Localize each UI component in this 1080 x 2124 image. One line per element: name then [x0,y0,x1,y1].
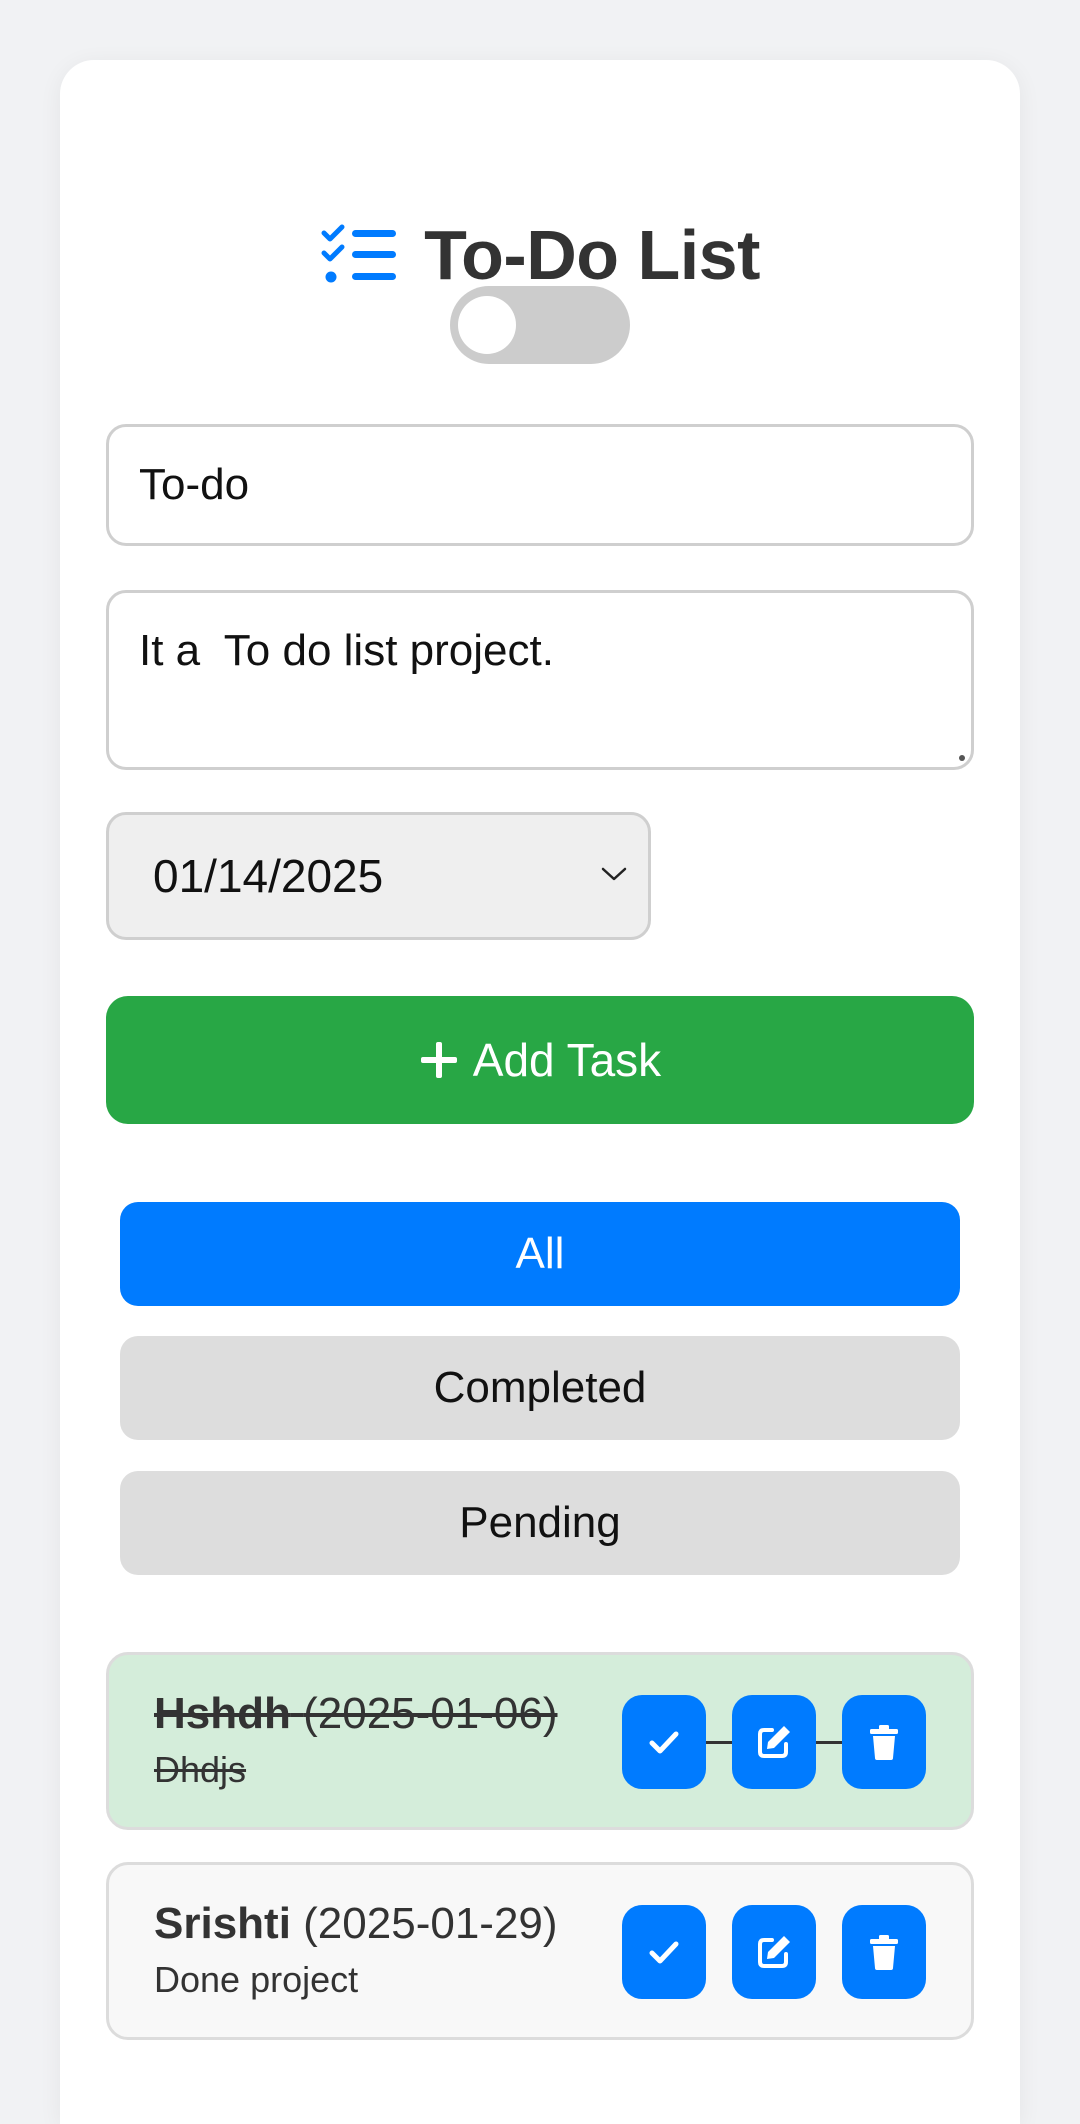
task-text: Hshdh (2025-01-06) Dhdjs [154,1689,558,1791]
resize-handle[interactable] [959,755,965,761]
strikethrough-line [706,1740,732,1744]
page-title: To-Do List [424,216,760,294]
complete-button[interactable] [622,1695,706,1789]
task-item: Hshdh (2025-01-06) Dhdjs [106,1652,974,1830]
chevron-down-icon [601,867,627,881]
toggle-knob [458,296,516,354]
check-icon [649,1941,679,1964]
edit-icon [758,1936,790,1968]
task-name: Srishti [154,1899,291,1948]
edit-button[interactable] [732,1905,816,1999]
filter-completed-button[interactable]: Completed [120,1336,960,1440]
todo-card: To-Do List To-do It a To do list project… [60,60,1020,2124]
dark-mode-toggle[interactable] [450,286,630,364]
task-date-input[interactable]: 01/14/2025 [106,812,651,940]
edit-button[interactable] [732,1695,816,1789]
edit-icon [758,1726,790,1758]
task-date: (2025-01-06) [303,1689,558,1738]
task-actions [622,1695,926,1789]
task-name: Hshdh [154,1689,291,1738]
add-task-label: Add Task [472,1034,662,1086]
list-check-icon [321,224,397,283]
add-task-button[interactable]: Add Task [106,996,974,1124]
check-icon [649,1731,679,1754]
task-item: Srishti (2025-01-29) Done project [106,1862,974,2040]
task-description-value: It a To do list project. [139,626,554,675]
task-description-textarea[interactable]: It a To do list project. [106,590,974,770]
task-headline: Hshdh (2025-01-06) [154,1689,558,1739]
complete-button[interactable] [622,1905,706,1999]
task-text: Srishti (2025-01-29) Done project [154,1899,558,2001]
filter-pending-button[interactable]: Pending [120,1471,960,1575]
trash-icon [870,1725,898,1760]
task-date-value: 01/14/2025 [153,850,384,902]
task-actions [622,1905,926,1999]
task-date: (2025-01-29) [303,1899,558,1948]
trash-icon [870,1935,898,1970]
filter-all-button[interactable]: All [120,1202,960,1306]
task-headline: Srishti (2025-01-29) [154,1899,558,1949]
plus-icon [420,1042,457,1078]
task-description: Done project [154,1959,359,2000]
task-description: Dhdjs [154,1749,247,1790]
strikethrough-line [816,1740,842,1744]
delete-button[interactable] [842,1905,926,1999]
delete-button[interactable] [842,1695,926,1789]
task-title-input[interactable]: To-do [106,424,974,546]
